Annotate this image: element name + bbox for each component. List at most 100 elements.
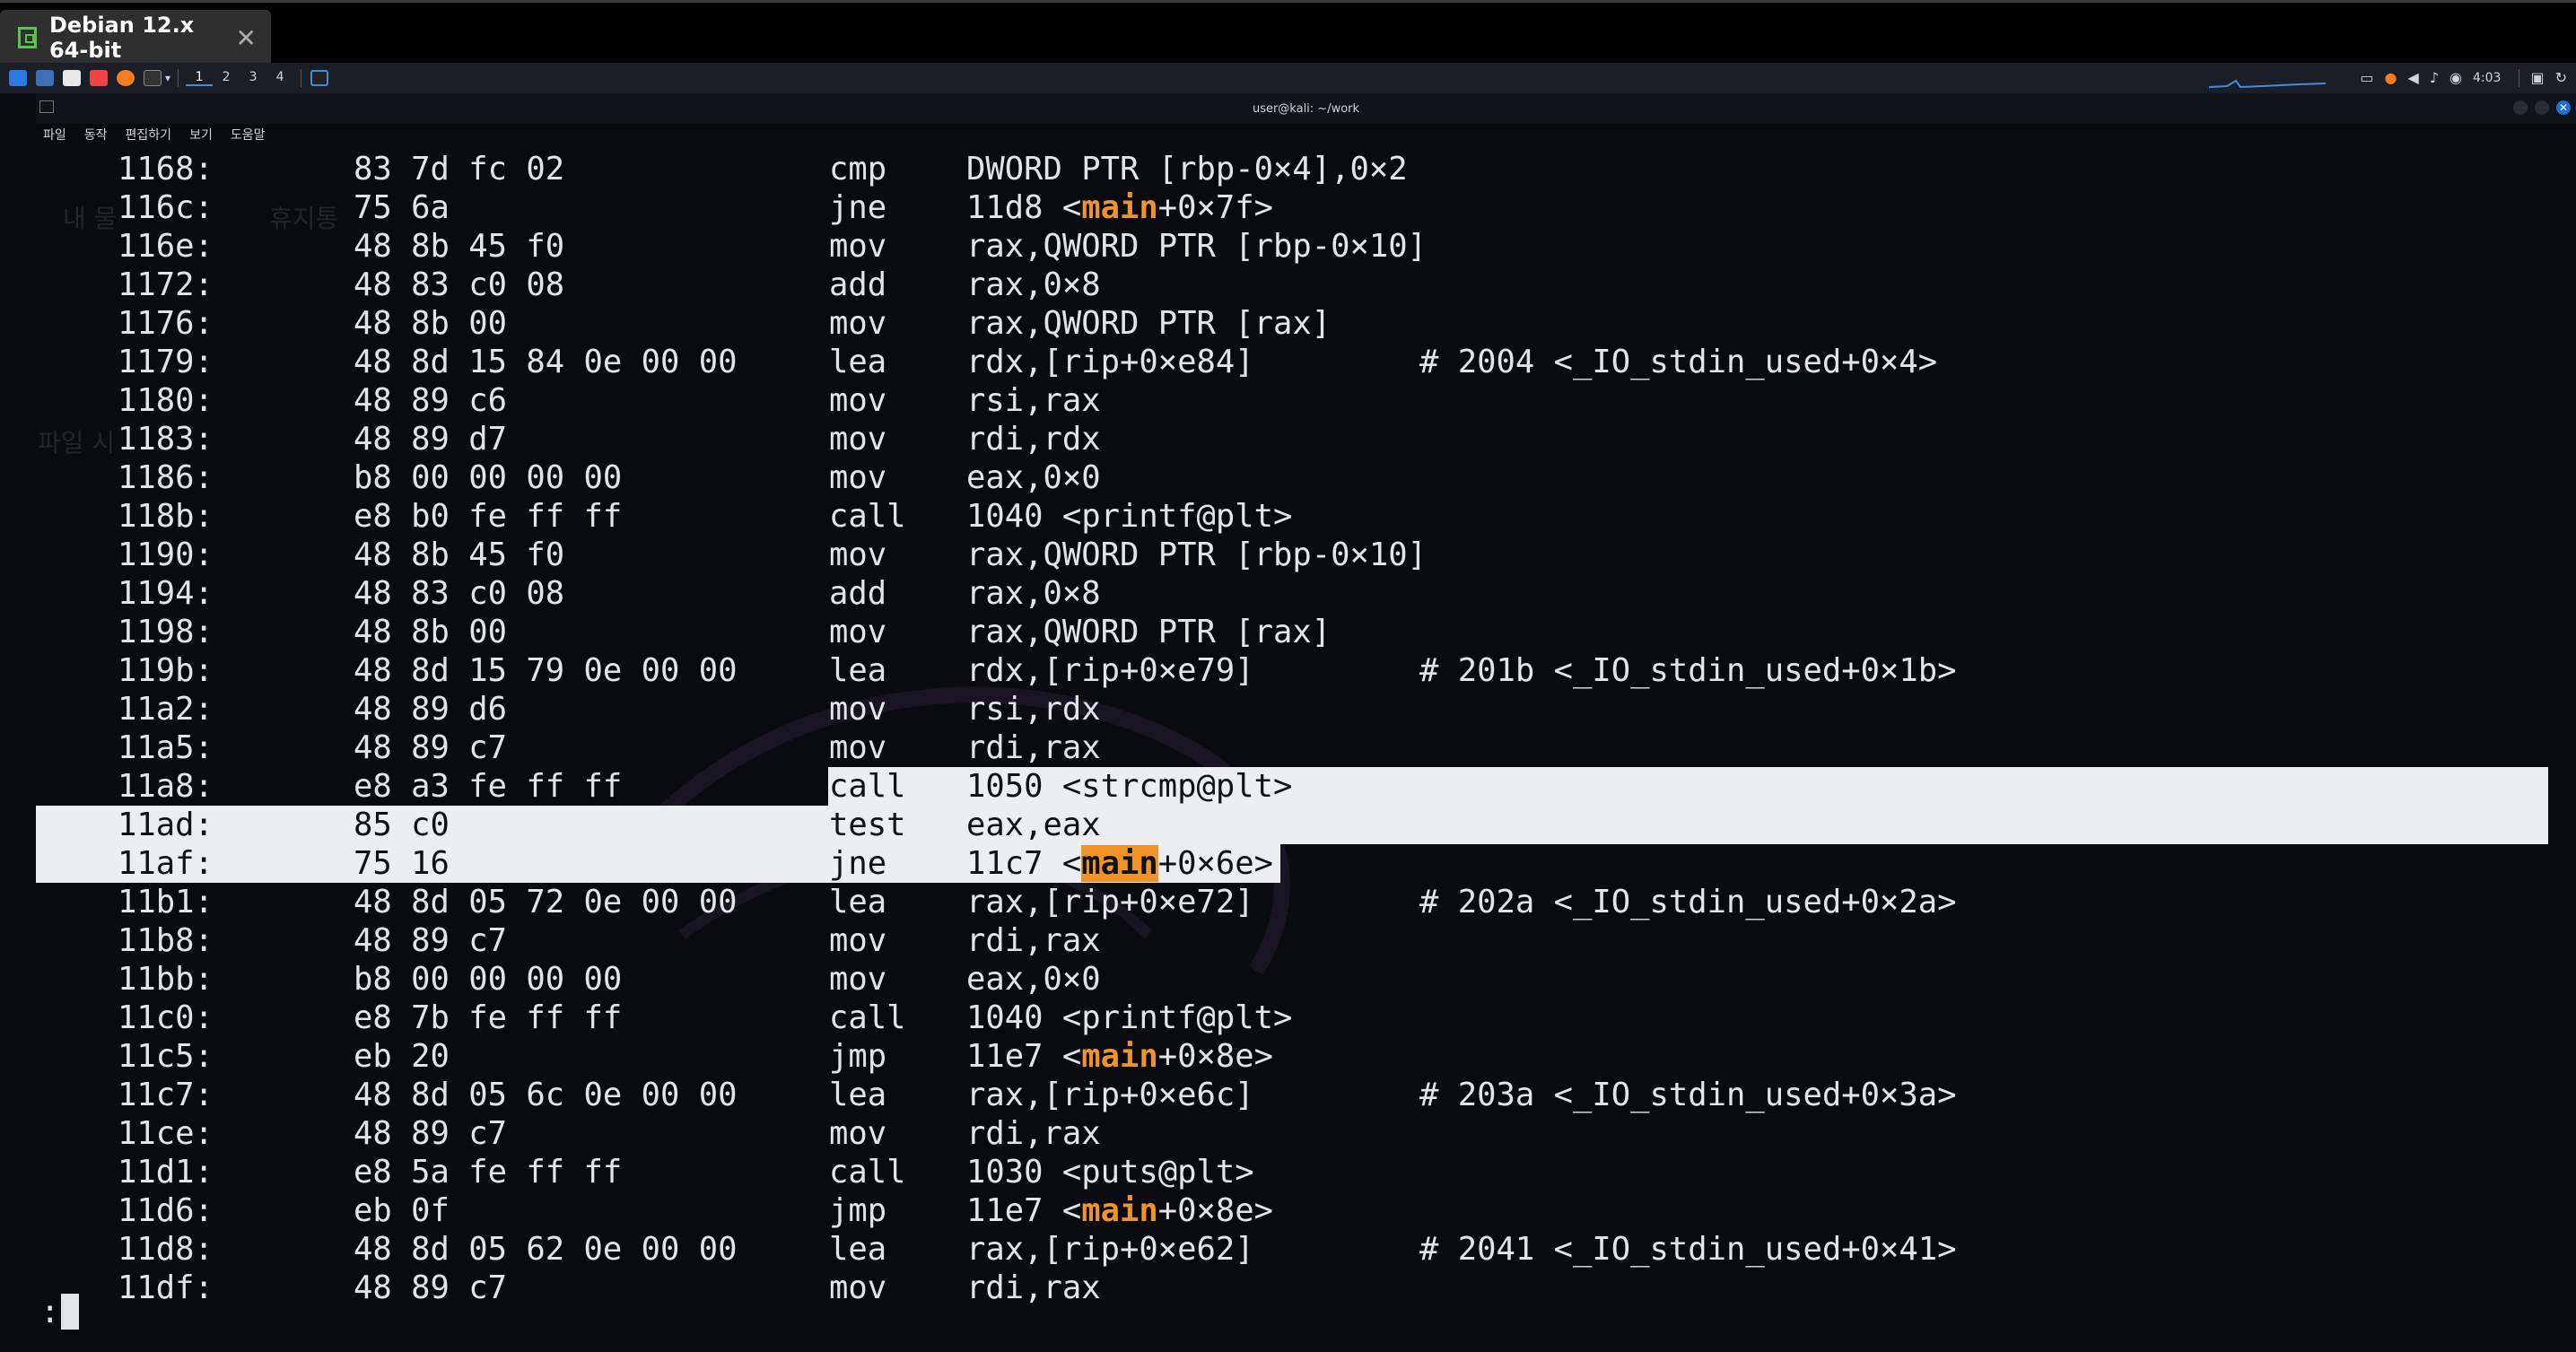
chevron-down-icon[interactable]: ▾ (165, 72, 170, 84)
instruction-address: 11c7: (118, 1077, 214, 1113)
browser-tray-icon[interactable]: ● (2385, 71, 2397, 85)
show-desktop-icon[interactable] (36, 70, 54, 86)
window-controls: ✕ (2513, 100, 2571, 115)
workspace-switcher: 1234 (186, 70, 293, 86)
instruction-mnemonic: add (829, 266, 887, 303)
operand-text: rdx,[rip+0×e84] (966, 344, 1254, 380)
instruction-operand: rdi,rax (966, 728, 1101, 767)
text-editor-icon[interactable] (90, 70, 108, 86)
instruction-address: 116e: (118, 228, 214, 265)
instruction-bytes: 48 8d 05 6c 0e 00 00 (354, 1077, 738, 1113)
vm-tab-title: Debian 12.x 64-bit (48, 13, 195, 63)
instruction-address: 1198: (118, 614, 214, 650)
instruction-operand: rax,[rip+0×e6c] (966, 1076, 1254, 1114)
taskbar-terminal-icon[interactable] (310, 70, 329, 86)
menu-actions[interactable]: 동작 (84, 126, 108, 144)
disasm-row: 11d8: 48 8d 05 62 0e 00 00 lea rax,[rip+0×e… (36, 1230, 2576, 1269)
instruction-bytes: 48 89 c7 (354, 922, 507, 959)
instruction-mnemonic: mov (829, 421, 887, 458)
instruction-address: 11d6: (118, 1192, 214, 1229)
instruction-mnemonic: mov (829, 729, 887, 766)
instruction-operand: 1040 <printf@plt> (966, 999, 1292, 1037)
instruction-operand: 1040 <printf@plt> (966, 497, 1292, 536)
instruction-operand: 11c7 <main+0×6e> (966, 844, 1273, 883)
disasm-row: 11b8: 48 89 c7 mov rdi,rax (36, 921, 2576, 960)
workspace-button[interactable]: 3 (240, 70, 266, 86)
instruction-bytes: 48 89 c7 (354, 1115, 507, 1152)
disasm-row: 11a2: 48 89 d6 mov rsi,rdx (36, 690, 2576, 728)
close-button[interactable]: ✕ (2556, 100, 2571, 115)
terminal-output[interactable]: 내 물 휴지통 파일 시 1168: 83 7d fc 02 cmp DWORD PT… (36, 145, 2576, 1352)
workspace-button[interactable]: 2 (213, 70, 240, 86)
disasm-row: 11c0: e8 7b fe ff ff call 1040 <printf@plt> (36, 999, 2576, 1037)
menu-view[interactable]: 보기 (189, 126, 213, 144)
disasm-row: 11a5: 48 89 c7 mov rdi,rax (36, 728, 2576, 767)
disasm-row: 1183: 48 89 d7 mov rdi,rdx (36, 420, 2576, 458)
instruction-bytes: e8 5a fe ff ff (354, 1154, 623, 1191)
menu-file[interactable]: 파일 (43, 126, 66, 144)
lock-icon[interactable]: ▣ (2530, 71, 2544, 85)
instruction-mnemonic: add (829, 575, 887, 612)
operand-text: rdi,rax (966, 1269, 1101, 1306)
disasm-row: 11b1: 48 8d 05 72 0e 00 00 lea rax,[rip+0×e… (36, 883, 2576, 921)
window-title: user@kali: ~/work (1252, 101, 1360, 116)
instruction-address: 11c5: (118, 1038, 214, 1075)
operand-text: rax,[rip+0×e6c] (966, 1077, 1254, 1113)
firefox-icon[interactable] (117, 70, 135, 86)
minimize-button[interactable] (2513, 100, 2528, 115)
vm-tab-close-icon[interactable]: ✕ (236, 23, 257, 53)
operand-text: 11e7 < (966, 1192, 1082, 1229)
symbol-name: main (1081, 845, 1158, 882)
menu-edit[interactable]: 편집하기 (126, 126, 172, 144)
clock[interactable]: 4:03 (2473, 71, 2501, 85)
disasm-row: 1194: 48 83 c0 08 add rax,0×8 (36, 574, 2576, 613)
instruction-operand: DWORD PTR [rbp-0×4],0×2 (966, 150, 1408, 188)
workspace-button[interactable]: 4 (266, 70, 293, 86)
instruction-address: 11ad: (118, 806, 214, 844)
logout-icon[interactable]: ↻ (2555, 71, 2567, 85)
vm-tab[interactable]: Debian 12.x 64-bit ✕ (0, 10, 271, 65)
instruction-operand: 11e7 <main+0×8e> (966, 1037, 1273, 1076)
maximize-button[interactable] (2535, 100, 2549, 115)
instruction-bytes: 48 83 c0 08 (354, 266, 565, 303)
instruction-bytes: 75 6a (354, 189, 450, 226)
instruction-address: 11a5: (118, 729, 214, 766)
instruction-address: 1194: (118, 575, 214, 612)
notification-bell-icon[interactable]: ♪ (2430, 71, 2439, 85)
workspace-button[interactable]: 1 (186, 70, 214, 86)
volume-icon[interactable]: ◀ (2408, 71, 2419, 85)
operand-text: rax,[rip+0×e72] (966, 884, 1254, 920)
instruction-bytes: 48 89 c6 (354, 382, 507, 419)
pager-prompt[interactable]: : (40, 1293, 80, 1331)
menu-help[interactable]: 도움말 (231, 126, 266, 144)
kali-menu-icon[interactable] (9, 70, 27, 86)
instruction-mnemonic: lea (829, 1077, 887, 1113)
instruction-operand: rdi,rax (966, 921, 1101, 960)
instruction-comment: # 2004 <_IO_stdin_used+0×4> (1419, 344, 1938, 380)
operand-text: rsi,rdx (966, 691, 1101, 728)
instruction-address: 11df: (118, 1269, 214, 1306)
instruction-mnemonic: call (829, 767, 906, 806)
disasm-row: 11af: 75 16 jne 11c7 <main+0×6e> (36, 844, 2576, 883)
operand-text: rax,QWORD PTR [rax] (966, 614, 1332, 650)
power-icon[interactable]: ◉ (2449, 71, 2462, 85)
disasm-row: 11df: 48 89 c7 mov rdi,rax (36, 1269, 2576, 1307)
file-manager-icon[interactable] (63, 70, 81, 86)
disasm-row: 116e: 48 8b 45 f0 mov rax,QWORD PTR [rbp-0×… (36, 227, 2576, 266)
instruction-bytes: 48 89 c7 (354, 1269, 507, 1306)
instruction-mnemonic: jmp (829, 1038, 887, 1075)
operand-offset: +0×8e> (1157, 1038, 1273, 1075)
terminal-titlebar[interactable]: user@kali: ~/work ✕ (36, 93, 2576, 124)
instruction-bytes: 48 8b 00 (354, 614, 507, 650)
instruction-bytes: eb 0f (354, 1192, 450, 1229)
display-icon[interactable]: ▭ (2360, 71, 2373, 85)
instruction-mnemonic: lea (829, 1231, 887, 1268)
instruction-bytes: b8 00 00 00 00 (354, 459, 623, 496)
operand-text: rdi,rax (966, 922, 1101, 959)
instruction-mnemonic: mov (829, 961, 887, 998)
instruction-comment: # 2041 <_IO_stdin_used+0×41> (1419, 1231, 1957, 1268)
terminal-launcher-icon[interactable] (144, 70, 162, 86)
operand-offset: +0×8e> (1157, 1192, 1273, 1229)
operand-text: rdi,rax (966, 729, 1101, 766)
vm-tab-bar: Debian 12.x 64-bit ✕ (0, 0, 2576, 65)
